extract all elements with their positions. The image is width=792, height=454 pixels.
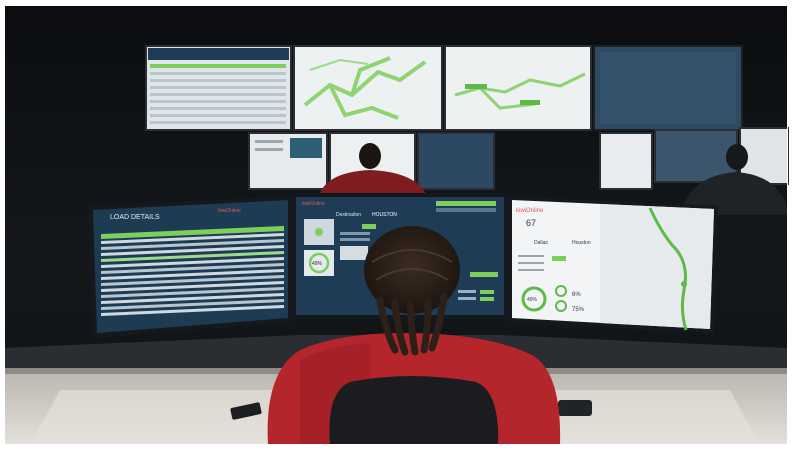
center-progress-value: 49% — [312, 261, 323, 267]
mouse-on-desk — [558, 400, 592, 416]
route-to: Houston — [572, 240, 591, 246]
left-monitor-brand: kiwiOnline — [218, 208, 241, 214]
right-stat-b: 75% — [572, 307, 585, 313]
left-monitor: LOAD DETAILS kiwiOnline — [88, 196, 292, 338]
right-monitor-brand: kiwiOnline — [516, 208, 544, 214]
video-wall-top — [145, 45, 743, 131]
photo-canvas: LOAD DETAILS kiwiOnline kiwiOnline Desti… — [4, 5, 789, 445]
wall-screen-map-1 — [293, 45, 443, 131]
center-monitor-brand: kiwiOnline — [302, 201, 325, 207]
right-gauge-value: 49% — [527, 297, 538, 303]
route-from: Dallas — [534, 240, 548, 246]
control-room-photo: LOAD DETAILS kiwiOnline kiwiOnline Desti… — [0, 0, 792, 449]
left-monitor-title: LOAD DETAILS — [110, 214, 160, 221]
chair-back — [329, 376, 499, 445]
wall-screen-small-4 — [599, 132, 653, 190]
destination-label: Destination — [336, 212, 361, 218]
right-monitor: kiwiOnline 67 Dallas Houston 49% 6% 75% — [508, 196, 718, 334]
wall-screen-small-3 — [417, 132, 495, 190]
destination-value: HOUSTON — [372, 212, 397, 218]
right-big-number: 67 — [526, 218, 536, 228]
right-stat-a: 6% — [572, 292, 581, 298]
